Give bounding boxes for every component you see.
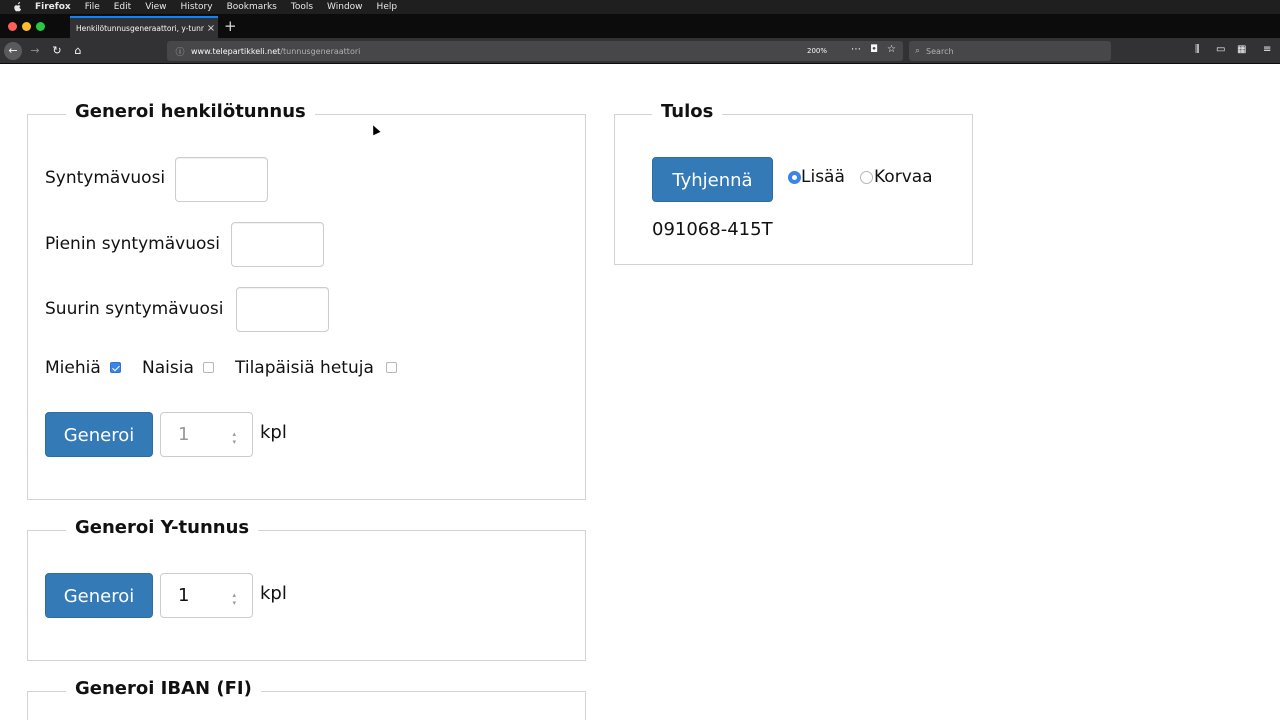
forward-button[interactable]: → — [26, 42, 44, 60]
suurin-syntymavuosi-input[interactable] — [236, 287, 329, 332]
url-host: www.telepartikkeli.net — [191, 46, 281, 56]
menu-app-firefox[interactable]: Firefox — [35, 0, 71, 14]
page-actions-icon[interactable]: ⋯ — [851, 44, 861, 55]
menu-history[interactable]: History — [181, 0, 213, 14]
generoi-ytunnus-button[interactable]: Generoi — [45, 573, 153, 618]
search-bar[interactable]: ⌕ Search — [909, 41, 1111, 61]
henkilotunnus-legend: Generoi henkilötunnus — [66, 101, 315, 123]
extensions-icon[interactable]: ▦ — [1237, 44, 1246, 55]
search-placeholder: Search — [926, 46, 954, 56]
tab-strip: Henkilötunnusgeneraattori, y-tunnu × + — [0, 14, 1280, 38]
bookmark-star-icon[interactable]: ☆ — [887, 44, 896, 55]
home-button[interactable]: ⌂ — [69, 42, 87, 60]
naisia-checkbox[interactable] — [203, 362, 214, 373]
navigation-toolbar: ← → ↻ ⌂ ⓘ www.telepartikkeli.net /tunnus… — [0, 38, 1280, 64]
menu-window[interactable]: Window — [327, 0, 363, 14]
count-spinner-icon[interactable]: ▴ ▾ — [232, 591, 236, 607]
library-icon[interactable]: ⫼ — [1195, 44, 1200, 55]
naisia-label: Naisia — [142, 358, 194, 378]
henkilotunnus-unit-label: kpl — [260, 422, 287, 443]
generated-result-value: 091068-415T — [652, 219, 773, 240]
page-content: Generoi henkilötunnus Syntymävuosi Pieni… — [0, 65, 1280, 720]
pocket-icon[interactable]: ◘ — [870, 44, 878, 55]
count-spinner-icon[interactable]: ▴ ▾ — [232, 430, 236, 446]
sidebar-icon[interactable]: ▭ — [1216, 44, 1225, 55]
zoom-level-indicator[interactable]: 200% — [807, 47, 827, 55]
henkilotunnus-count-value: 1 — [178, 424, 190, 445]
search-icon: ⌕ — [915, 46, 921, 56]
ytunnus-count-value: 1 — [178, 585, 190, 606]
menu-hamburger-icon[interactable]: ≡ — [1263, 44, 1271, 55]
ytunnus-unit-label: kpl — [260, 583, 287, 604]
menu-tools[interactable]: Tools — [291, 0, 313, 14]
window-minimize-button[interactable] — [22, 22, 31, 31]
pienin-syntymavuosi-label: Pienin syntymävuosi — [45, 234, 220, 254]
url-path: /tunnusgeneraattori — [280, 46, 361, 56]
lisaa-radio[interactable] — [788, 171, 801, 184]
ytunnus-count-input[interactable]: 1 ▴ ▾ — [160, 573, 253, 618]
tyhjenna-button[interactable]: Tyhjennä — [652, 157, 773, 202]
back-button[interactable]: ← — [4, 42, 22, 60]
henkilotunnus-count-input[interactable]: 1 ▴ ▾ — [160, 412, 253, 457]
menu-view[interactable]: View — [145, 0, 166, 14]
pienin-syntymavuosi-input[interactable] — [231, 222, 324, 267]
apple-icon[interactable] — [13, 2, 23, 12]
tab-close-icon[interactable]: × — [204, 23, 218, 34]
menu-help[interactable]: Help — [377, 0, 398, 14]
lisaa-label: Lisää — [801, 167, 845, 187]
ytunnus-legend: Generoi Y-tunnus — [66, 517, 259, 539]
new-tab-button[interactable]: + — [224, 17, 237, 35]
syntymavuosi-label: Syntymävuosi — [45, 168, 166, 188]
iban-legend: Generoi IBAN (FI) — [66, 678, 261, 700]
site-info-icon[interactable]: ⓘ — [173, 45, 187, 58]
syntymavuosi-input[interactable] — [175, 157, 268, 202]
browser-tab-active[interactable]: Henkilötunnusgeneraattori, y-tunnu × — [70, 16, 218, 38]
tilapaisia-hetuja-label: Tilapäisiä hetuja — [235, 358, 374, 378]
macos-menubar: Firefox File Edit View History Bookmarks… — [0, 0, 1280, 14]
korvaa-label: Korvaa — [874, 167, 933, 187]
suurin-syntymavuosi-label: Suurin syntymävuosi — [45, 299, 224, 319]
generoi-henkilotunnus-button[interactable]: Generoi — [45, 412, 153, 457]
tulos-legend: Tulos — [652, 101, 723, 123]
window-zoom-button[interactable] — [36, 22, 45, 31]
menu-bookmarks[interactable]: Bookmarks — [227, 0, 277, 14]
window-close-button[interactable] — [8, 22, 17, 31]
korvaa-radio[interactable] — [860, 171, 873, 184]
tab-title: Henkilötunnusgeneraattori, y-tunnu — [76, 23, 204, 33]
miehia-checkbox[interactable] — [110, 362, 121, 373]
reload-button[interactable]: ↻ — [48, 42, 66, 60]
url-bar[interactable]: ⓘ www.telepartikkeli.net /tunnusgeneraat… — [167, 41, 903, 61]
menu-file[interactable]: File — [85, 0, 100, 14]
menu-edit[interactable]: Edit — [114, 0, 131, 14]
tilapaisia-hetuja-checkbox[interactable] — [386, 362, 397, 373]
miehia-label: Miehiä — [45, 358, 101, 378]
